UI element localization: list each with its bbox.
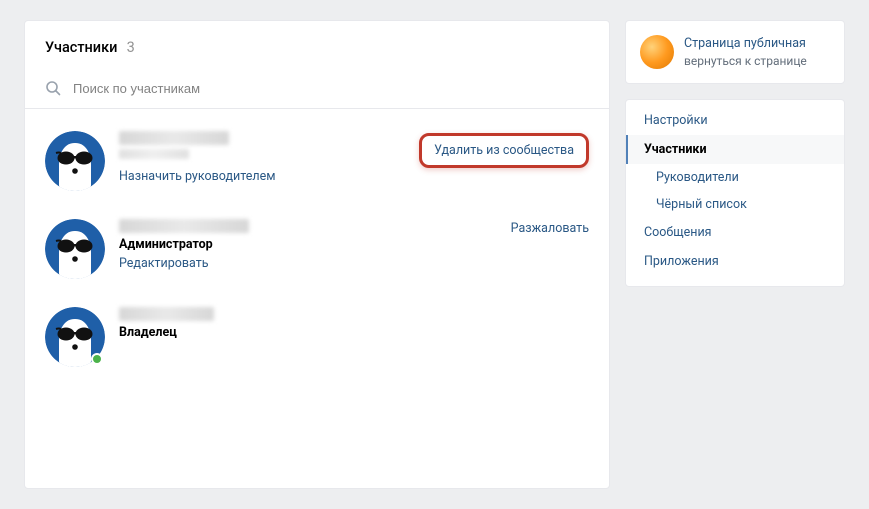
- avatar[interactable]: [45, 131, 105, 191]
- panel-header: Участники 3: [25, 21, 609, 70]
- member-name[interactable]: [119, 307, 214, 321]
- community-card: Страница публичная вернуться к странице: [625, 20, 845, 84]
- community-subtitle: вернуться к странице: [684, 54, 807, 68]
- member-info: Назначить руководителем: [119, 131, 419, 184]
- menu-sub-managers[interactable]: Руководители: [626, 164, 844, 191]
- sidebar: Страница публичная вернуться к странице …: [625, 20, 845, 489]
- search-icon: [45, 80, 61, 96]
- demote-link[interactable]: Разжаловать: [511, 221, 589, 236]
- members-count: 3: [127, 39, 135, 56]
- page-title: Участники: [45, 39, 117, 56]
- avatar[interactable]: [45, 219, 105, 279]
- online-indicator-icon: [91, 353, 103, 365]
- members-list: Назначить руководителем Удалить из сообщ…: [25, 109, 609, 393]
- assign-manager-link[interactable]: Назначить руководителем: [119, 169, 275, 184]
- member-row: Назначить руководителем Удалить из сообщ…: [25, 117, 609, 205]
- member-info: Владелец: [119, 307, 589, 340]
- community-title: Страница публичная: [684, 36, 807, 52]
- member-role: Администратор: [119, 237, 511, 252]
- search-input[interactable]: [73, 81, 589, 96]
- member-info: Администратор Редактировать: [119, 219, 511, 271]
- menu-item-apps[interactable]: Приложения: [626, 247, 844, 276]
- menu-sub-blacklist[interactable]: Чёрный список: [626, 191, 844, 218]
- remove-from-community-button[interactable]: Удалить из сообщества: [419, 133, 589, 168]
- member-row: Администратор Редактировать Разжаловать: [25, 205, 609, 293]
- search-row: [25, 70, 609, 109]
- sidebar-menu: Настройки Участники Руководители Чёрный …: [625, 99, 845, 287]
- member-name[interactable]: [119, 131, 229, 145]
- menu-item-messages[interactable]: Сообщения: [626, 218, 844, 247]
- edit-link[interactable]: Редактировать: [119, 256, 209, 271]
- member-name[interactable]: [119, 219, 249, 233]
- community-link[interactable]: Страница публичная вернуться к странице: [626, 21, 844, 83]
- member-row: Владелец: [25, 293, 609, 381]
- avatar[interactable]: [45, 307, 105, 367]
- menu-item-members[interactable]: Участники: [626, 135, 844, 164]
- member-subtext: [119, 149, 189, 159]
- community-avatar-icon: [640, 35, 674, 69]
- menu-item-settings[interactable]: Настройки: [626, 106, 844, 135]
- members-panel: Участники 3 Назначить руководителем Удал: [24, 20, 610, 489]
- member-role: Владелец: [119, 325, 589, 340]
